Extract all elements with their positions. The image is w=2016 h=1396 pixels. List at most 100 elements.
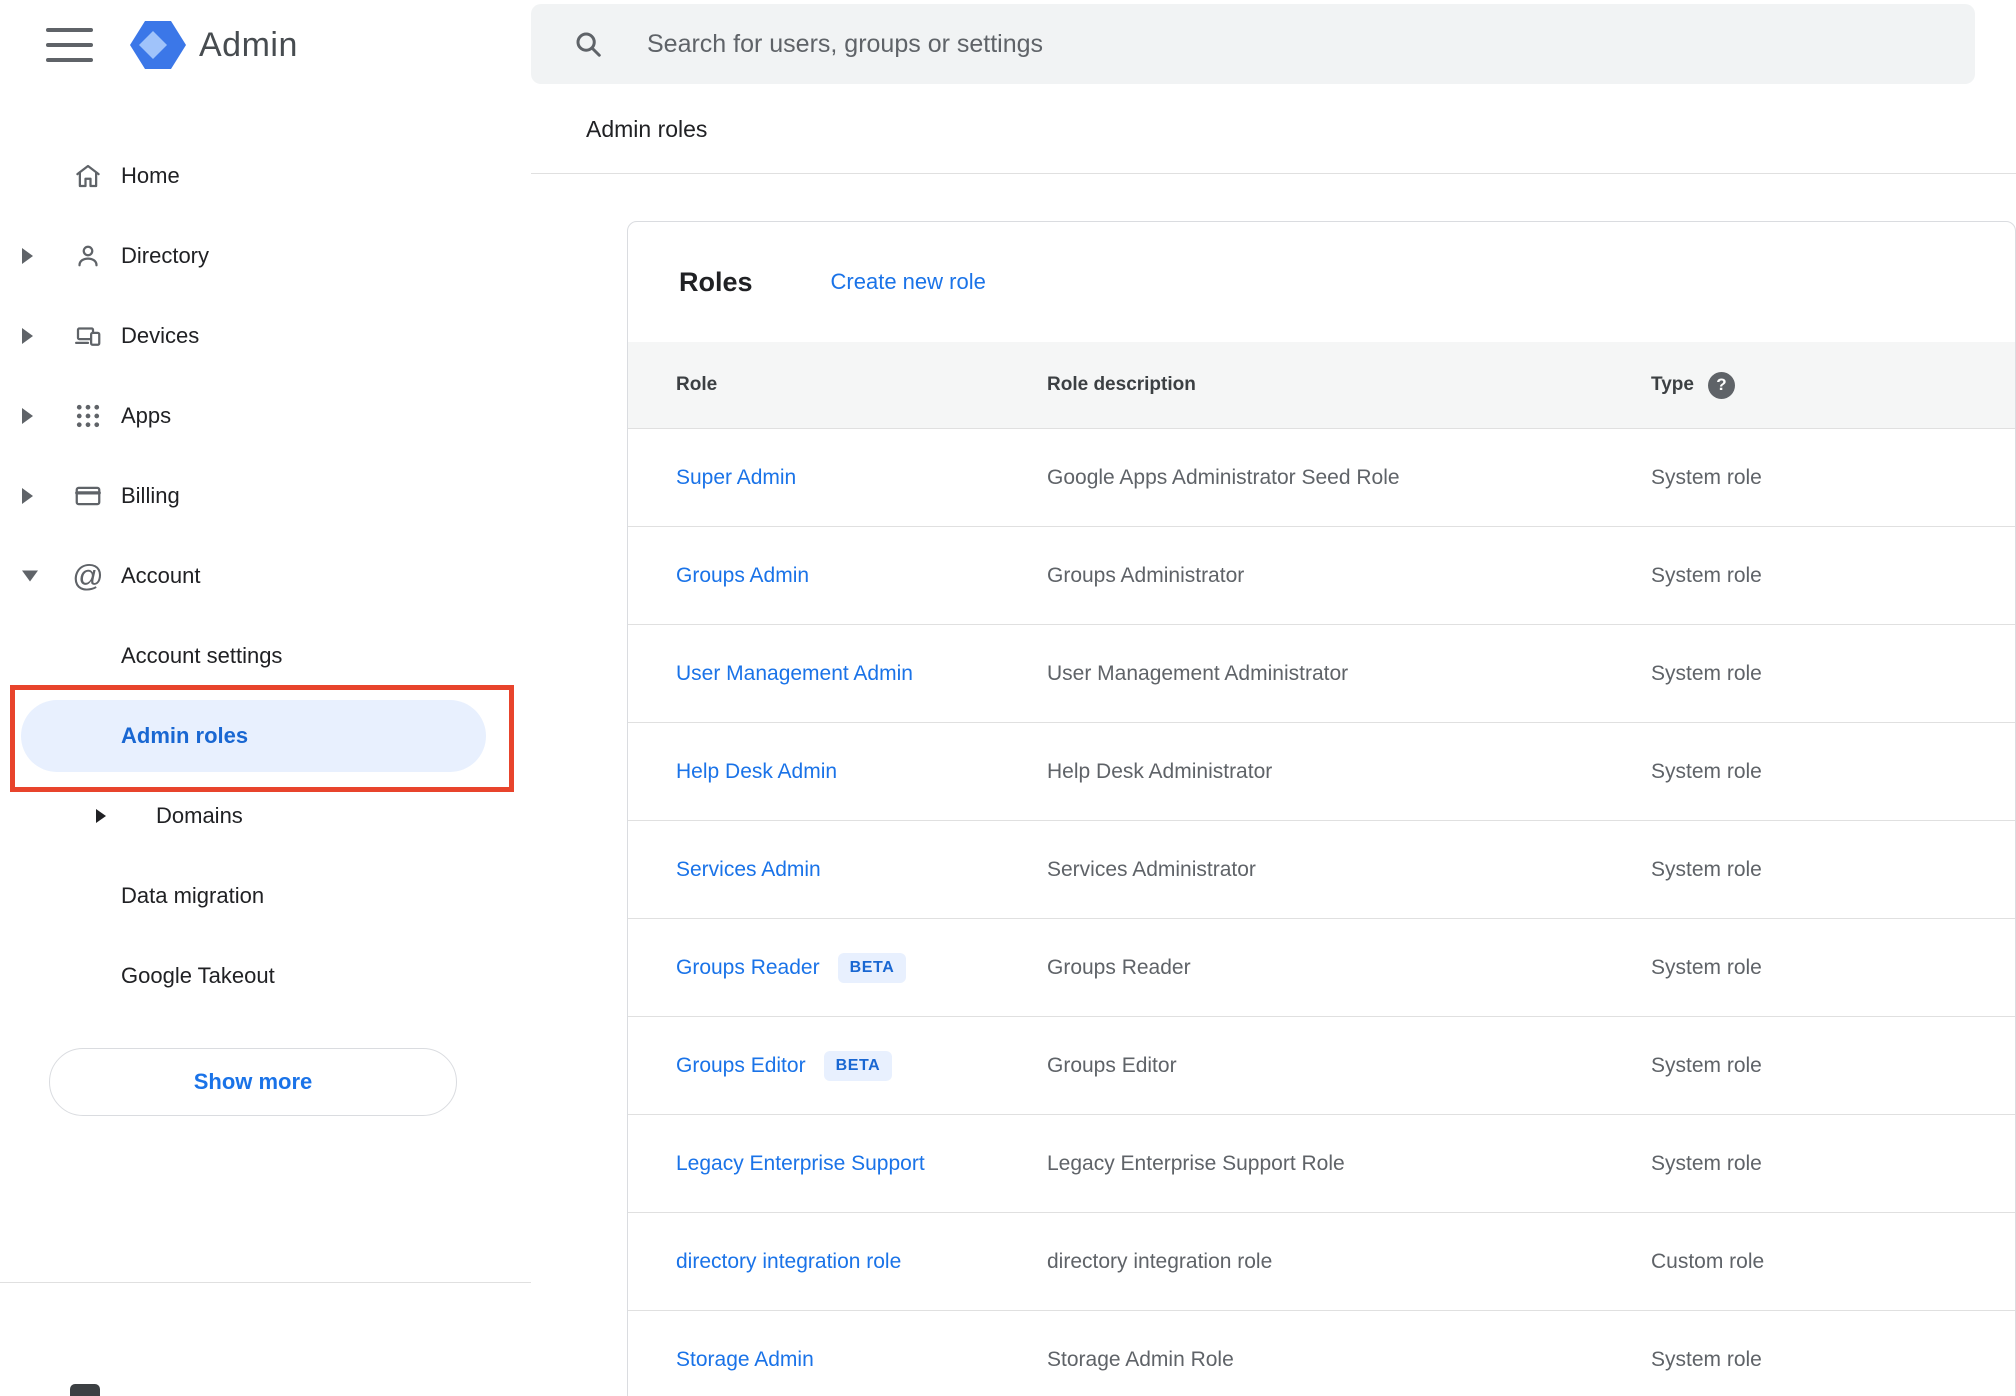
search-icon xyxy=(573,29,603,59)
admin-console: Admin Home Directory Devices Apps Billin… xyxy=(0,0,2016,1396)
role-description: Groups Reader xyxy=(1047,955,1191,979)
create-new-role-link[interactable]: Create new role xyxy=(831,269,986,295)
sidebar-item-label: Home xyxy=(121,163,180,188)
role-type: System role xyxy=(1651,465,1762,489)
sidebar-item-account-settings[interactable]: Account settings xyxy=(0,616,531,696)
table-row: Groups Admin Groups Administrator System… xyxy=(628,527,2015,625)
partial-bottom-icon xyxy=(70,1384,100,1396)
table-row: Super Admin Google Apps Administrator Se… xyxy=(628,429,2015,527)
role-type: System role xyxy=(1651,955,1762,979)
table-row: Storage Admin Storage Admin Role System … xyxy=(628,1311,2015,1396)
role-description: Groups Editor xyxy=(1047,1053,1177,1077)
table-header-row: Role Role description Type xyxy=(628,342,2015,429)
chevron-right-icon xyxy=(22,328,33,344)
sidebar-item-admin-roles[interactable]: Admin roles xyxy=(21,700,486,772)
role-description: User Management Administrator xyxy=(1047,661,1349,685)
role-description: Help Desk Administrator xyxy=(1047,759,1273,783)
sidebar-item-label: Directory xyxy=(121,243,210,268)
billing-card-icon xyxy=(73,481,103,511)
table-row: directory integration role directory int… xyxy=(628,1213,2015,1311)
sidebar-item-devices[interactable]: Devices xyxy=(0,296,531,376)
chevron-right-icon xyxy=(22,408,33,424)
chevron-down-icon xyxy=(22,570,38,582)
role-type: System role xyxy=(1651,1347,1762,1371)
sidebar-item-data-migration[interactable]: Data migration xyxy=(0,856,531,936)
sidebar-item-label: Apps xyxy=(121,403,172,428)
role-description: Legacy Enterprise Support Role xyxy=(1047,1151,1345,1175)
brand-name: Admin xyxy=(199,25,298,64)
sidebar-item-label: Account xyxy=(121,563,201,588)
search-input[interactable] xyxy=(647,4,1975,84)
admin-logo-icon xyxy=(129,20,187,70)
sidebar-item-billing[interactable]: Billing xyxy=(0,456,531,536)
sidebar-item-label: Devices xyxy=(121,323,200,348)
apps-grid-icon xyxy=(73,401,103,431)
sidebar-item-home[interactable]: Home xyxy=(0,136,531,216)
sidebar-header: Admin xyxy=(0,0,531,90)
role-type: System role xyxy=(1651,563,1762,587)
devices-icon xyxy=(73,321,103,351)
role-link[interactable]: Groups Admin xyxy=(676,564,809,588)
role-link[interactable]: User Management Admin xyxy=(676,662,913,686)
beta-badge: BETA xyxy=(837,952,907,983)
chevron-right-icon xyxy=(96,809,106,823)
roles-card-header: Roles Create new role xyxy=(628,222,2015,342)
person-icon xyxy=(73,241,103,271)
sidebar-item-account[interactable]: Account xyxy=(0,536,531,616)
role-type: System role xyxy=(1651,1151,1762,1175)
sidebar-item-label: Domains xyxy=(156,803,243,828)
table-row: Groups Editor BETA Groups Editor System … xyxy=(628,1017,2015,1115)
sidebar-item-label: Admin roles xyxy=(121,723,249,748)
roles-card: Roles Create new role Role Role descript… xyxy=(627,221,2016,1396)
card-title: Roles xyxy=(679,266,753,297)
menu-icon[interactable] xyxy=(46,28,93,62)
sidebar-item-google-takeout[interactable]: Google Takeout xyxy=(0,936,531,1016)
column-header-type: Type xyxy=(1651,371,2015,399)
breadcrumb: Admin roles xyxy=(586,116,708,142)
table-row: Services Admin Services Administrator Sy… xyxy=(628,821,2015,919)
sidebar-item-label: Data migration xyxy=(121,883,265,908)
role-link[interactable]: Services Admin xyxy=(676,858,821,882)
role-type: System role xyxy=(1651,759,1762,783)
home-icon xyxy=(73,161,103,191)
chevron-right-icon xyxy=(22,248,33,264)
role-link[interactable]: Groups Reader xyxy=(676,956,820,980)
sidebar-divider xyxy=(0,1282,531,1283)
column-header-role: Role xyxy=(676,374,718,395)
sidebar-nav: Home Directory Devices Apps Billing @ Ac… xyxy=(0,136,531,1016)
breadcrumb-bar: Admin roles xyxy=(531,86,2016,174)
sidebar-item-label: Account settings xyxy=(121,643,283,668)
role-description: Google Apps Administrator Seed Role xyxy=(1047,465,1400,489)
table-row: Help Desk Admin Help Desk Administrator … xyxy=(628,723,2015,821)
role-link[interactable]: Legacy Enterprise Support xyxy=(676,1152,925,1176)
beta-badge: BETA xyxy=(823,1050,893,1081)
role-description: Services Administrator xyxy=(1047,857,1256,881)
sidebar-item-domains[interactable]: Domains xyxy=(0,776,531,856)
role-link[interactable]: Super Admin xyxy=(676,466,796,490)
sidebar-item-apps[interactable]: Apps xyxy=(0,376,531,456)
sidebar-item-directory[interactable]: Directory xyxy=(0,216,531,296)
role-link[interactable]: Help Desk Admin xyxy=(676,760,837,784)
column-header-description: Role description xyxy=(1047,374,1196,395)
role-link[interactable]: Storage Admin xyxy=(676,1348,814,1372)
table-row: Legacy Enterprise Support Legacy Enterpr… xyxy=(628,1115,2015,1213)
search-bar[interactable] xyxy=(531,4,1975,84)
sidebar: Admin Home Directory Devices Apps Billin… xyxy=(0,0,531,1396)
account-at-icon xyxy=(73,561,103,591)
role-type: Custom role xyxy=(1651,1249,1765,1273)
role-description: directory integration role xyxy=(1047,1249,1273,1273)
show-more-label: Show more xyxy=(193,1069,313,1094)
chevron-right-icon xyxy=(22,488,33,504)
sidebar-item-label: Google Takeout xyxy=(121,963,275,988)
role-link[interactable]: Groups Editor xyxy=(676,1054,806,1078)
role-description: Groups Administrator xyxy=(1047,563,1245,587)
role-description: Storage Admin Role xyxy=(1047,1347,1234,1371)
role-link[interactable]: directory integration role xyxy=(676,1250,901,1274)
role-type: System role xyxy=(1651,661,1762,685)
table-row: Groups Reader BETA Groups Reader System … xyxy=(628,919,2015,1017)
help-icon[interactable] xyxy=(1707,371,1735,399)
sidebar-item-label: Billing xyxy=(121,483,180,508)
show-more-button[interactable]: Show more xyxy=(49,1048,457,1116)
role-type: System role xyxy=(1651,857,1762,881)
role-type: System role xyxy=(1651,1053,1762,1077)
